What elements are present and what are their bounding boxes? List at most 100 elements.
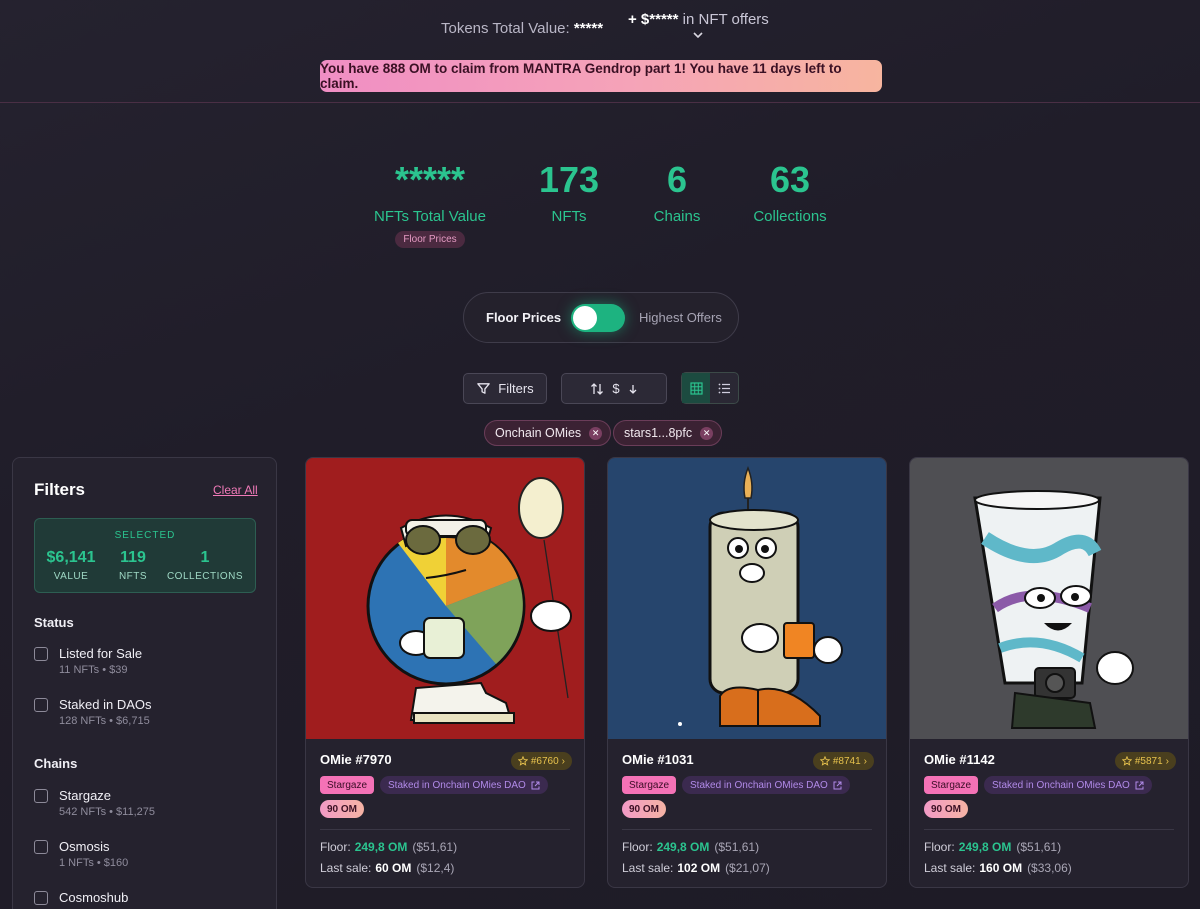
chip-label: stars1...8pfc xyxy=(624,426,693,440)
staked-dao-link[interactable]: Staked in Onchain OMies DAO xyxy=(380,776,548,794)
claim-banner[interactable]: You have 888 OM to claim from MANTRA Gen… xyxy=(320,60,882,92)
chain-tag: Stargaze xyxy=(924,776,979,794)
divider xyxy=(622,829,872,830)
rarity-rank-badge[interactable]: #8741 › xyxy=(812,752,874,770)
stat-label: Collections xyxy=(753,208,827,225)
last-sale-usd: ($33,06) xyxy=(1027,861,1072,875)
tokens-value: ***** xyxy=(573,20,604,37)
stat-value: 63 xyxy=(769,159,811,200)
chip-label: Onchain OMies xyxy=(495,426,582,440)
nft-card[interactable]: OMie #7970 #6760 › Stargaze Staked in On… xyxy=(305,457,585,888)
stat-collections: 63 Collections xyxy=(745,159,835,226)
checkbox[interactable] xyxy=(34,647,48,661)
option-label: Stargaze xyxy=(59,788,112,803)
selected-collections-caption: COLLECTIONS xyxy=(166,571,244,582)
stat-value: 173 xyxy=(538,159,600,200)
last-sale-label: Last sale: xyxy=(622,861,674,875)
star-icon xyxy=(819,756,830,766)
selected-collections: 1 COLLECTIONS xyxy=(163,549,247,582)
option-label: Osmosis xyxy=(59,839,110,854)
rank-value: #8741 xyxy=(832,755,861,767)
star-icon xyxy=(1121,756,1132,766)
floor-label: Floor: xyxy=(622,840,653,854)
option-label: Listed for Sale xyxy=(59,646,143,661)
nft-card[interactable]: OMie #1142 #5871 › Stargaze Staked in On… xyxy=(909,457,1189,888)
nft-offers-dropdown[interactable]: + $***** in NFT offers xyxy=(628,11,769,40)
close-icon[interactable]: ✕ xyxy=(700,426,714,440)
option-meta: 11 NFTs • $39 xyxy=(59,664,128,676)
arrow-down-icon xyxy=(629,384,637,394)
star-icon xyxy=(517,756,528,766)
stat-value: ***** xyxy=(394,159,466,200)
chevron-right-icon: › xyxy=(863,755,867,767)
floor-price: 249,8 OM xyxy=(958,840,1012,854)
floor-price: 249,8 OM xyxy=(656,840,710,854)
stat-value: 6 xyxy=(666,159,688,200)
divider xyxy=(924,829,1174,830)
checkbox[interactable] xyxy=(34,789,48,803)
divider xyxy=(320,829,570,830)
grid-view-button[interactable] xyxy=(682,373,710,403)
option-label: Cosmoshub xyxy=(59,890,129,905)
staked-dao-link[interactable]: Staked in Onchain OMies DAO xyxy=(984,776,1152,794)
option-meta: 542 NFTs • $11,275 xyxy=(59,806,155,818)
stat-chains: 6 Chains xyxy=(640,159,714,226)
filters-button[interactable]: Filters xyxy=(463,373,547,404)
stat-nfts-total-value: ***** NFTs Total Value Floor Prices xyxy=(370,162,490,248)
active-filter-chip[interactable]: Onchain OMies ✕ xyxy=(484,420,612,446)
selected-nfts-number: 119 xyxy=(120,549,146,566)
price-mode-switch[interactable] xyxy=(571,304,625,332)
external-link-icon xyxy=(1135,781,1144,789)
staked-label: Staked in Onchain OMies DAO xyxy=(690,779,828,791)
chains-section-title: Chains xyxy=(34,756,78,771)
rarity-rank-badge[interactable]: #5871 › xyxy=(1114,752,1176,770)
last-sale-label: Last sale: xyxy=(320,861,372,875)
highest-offers-label[interactable]: Highest Offers xyxy=(639,310,722,325)
chevron-right-icon: › xyxy=(1165,755,1169,767)
floor-row: Floor: 249,8 OM ($51,61) xyxy=(320,840,457,854)
switch-knob xyxy=(573,306,597,330)
stat-label: Chains xyxy=(653,208,701,225)
last-sale-row: Last sale: 160 OM ($33,06) xyxy=(924,861,1072,875)
selected-collections-number: 1 xyxy=(200,549,210,566)
rank-value: #6760 xyxy=(530,755,559,767)
selected-value: $6,141 VALUE xyxy=(45,549,97,582)
chevron-down-icon xyxy=(693,32,703,39)
chain-tag: Stargaze xyxy=(622,776,677,794)
rarity-rank-badge[interactable]: #6760 › xyxy=(510,752,572,770)
staked-dao-link[interactable]: Staked in Onchain OMies DAO xyxy=(682,776,850,794)
floor-label: Floor: xyxy=(320,840,351,854)
price-mode-toggle-group: Floor Prices Highest Offers xyxy=(463,292,739,343)
nft-name: OMie #1031 xyxy=(622,752,694,767)
active-filter-chip[interactable]: stars1...8pfc ✕ xyxy=(613,420,723,446)
external-link-icon xyxy=(833,781,842,789)
checkbox[interactable] xyxy=(34,891,48,905)
selected-nfts: 119 NFTS xyxy=(113,549,153,582)
clear-all-link[interactable]: Clear All xyxy=(213,483,258,497)
nft-card[interactable]: OMie #1031 #8741 › Stargaze Staked in On… xyxy=(607,457,887,888)
grid-icon xyxy=(689,381,703,395)
chain-tag: Stargaze xyxy=(320,776,375,794)
top-bar: Tokens Total Value: ***** + $***** in NF… xyxy=(0,0,1200,103)
sort-arrows-icon xyxy=(591,382,604,395)
floor-usd: ($51,61) xyxy=(412,840,458,854)
last-sale-label: Last sale: xyxy=(924,861,976,875)
checkbox[interactable] xyxy=(34,840,48,854)
option-meta: 128 NFTs • $6,715 xyxy=(59,715,150,727)
last-sale-row: Last sale: 102 OM ($21,07) xyxy=(622,861,770,875)
listing-price-tag: 90 OM xyxy=(622,800,667,818)
floor-prices-label[interactable]: Floor Prices xyxy=(486,310,561,325)
close-icon[interactable]: ✕ xyxy=(589,426,603,440)
filters-title: Filters xyxy=(34,480,86,499)
last-sale-usd: ($21,07) xyxy=(725,861,770,875)
selected-summary: SELECTED $6,141 VALUE 119 NFTS 1 COLLECT… xyxy=(34,518,256,593)
sort-button[interactable]: $ xyxy=(561,373,667,404)
filters-panel: Filters Clear All SELECTED $6,141 VALUE … xyxy=(12,457,277,909)
staked-label: Staked in Onchain OMies DAO xyxy=(388,779,526,791)
nft-image xyxy=(910,458,1188,739)
last-sale-price: 160 OM xyxy=(979,861,1023,875)
chevron-right-icon: › xyxy=(561,755,565,767)
checkbox[interactable] xyxy=(34,698,48,712)
staked-label: Staked in Onchain OMies DAO xyxy=(992,779,1130,791)
list-view-button[interactable] xyxy=(710,373,738,403)
